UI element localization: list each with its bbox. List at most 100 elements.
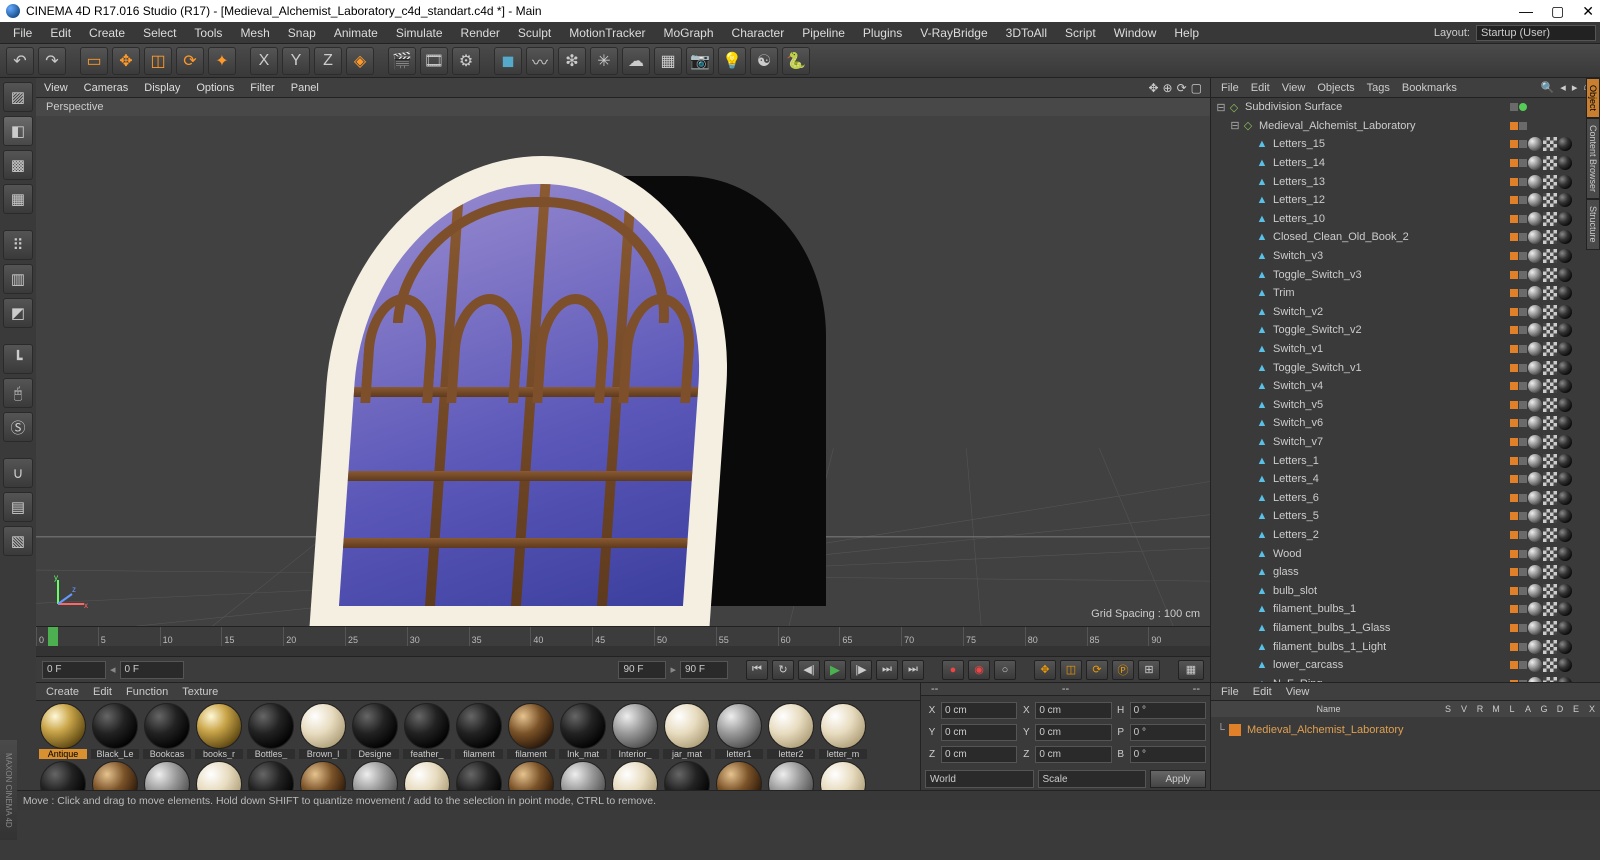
- planar-workplane[interactable]: ▧: [3, 526, 33, 556]
- vp-menu-options[interactable]: Options: [196, 82, 234, 94]
- key-param[interactable]: Ⓟ: [1112, 660, 1134, 680]
- dopesheet-button[interactable]: ▦: [1178, 660, 1204, 680]
- make-editable[interactable]: ▨: [3, 82, 33, 112]
- vp-menu-display[interactable]: Display: [144, 82, 180, 94]
- material-black_le[interactable]: Black_Le: [90, 703, 140, 759]
- rotate-tool[interactable]: ⟳: [176, 47, 204, 75]
- viewport-solo[interactable]: 🖰: [3, 378, 33, 408]
- menu-simulate[interactable]: Simulate: [387, 26, 452, 40]
- point-mode[interactable]: ⠿: [3, 230, 33, 260]
- om-item[interactable]: ▲Letters_10: [1211, 210, 1600, 229]
- axis-x-toggle[interactable]: X: [250, 47, 278, 75]
- coord-mode-dropdown[interactable]: Scale: [1038, 770, 1147, 788]
- material-bottles_[interactable]: Bottles_: [246, 703, 296, 759]
- coord-apply-button[interactable]: Apply: [1150, 770, 1206, 788]
- om-item[interactable]: ▲Letters_5: [1211, 507, 1600, 526]
- om-item[interactable]: ▲Switch_v2: [1211, 303, 1600, 322]
- prev-frame[interactable]: ⏭: [876, 660, 898, 680]
- tab-object[interactable]: Object: [1586, 78, 1600, 118]
- axis-tool[interactable]: ┗: [3, 344, 33, 374]
- coord-space-dropdown[interactable]: World: [925, 770, 1034, 788]
- add-deformer[interactable]: ✳: [590, 47, 618, 75]
- prev-key[interactable]: ◀|: [798, 660, 820, 680]
- om-item[interactable]: ▲Letters_14: [1211, 154, 1600, 173]
- vp-menu-panel[interactable]: Panel: [291, 82, 319, 94]
- om-menu-tags[interactable]: Tags: [1367, 82, 1390, 94]
- coord-Z-av[interactable]: 0 cm: [941, 746, 1017, 763]
- range-start-field[interactable]: 0 F: [42, 661, 106, 679]
- om-item[interactable]: ⊟◇Subdivision Surface: [1211, 98, 1600, 117]
- coord-Y-av[interactable]: 0 cm: [941, 724, 1017, 741]
- om-item[interactable]: ▲Letters_4: [1211, 470, 1600, 489]
- attr-col-v[interactable]: V: [1456, 704, 1472, 714]
- om-menu-view[interactable]: View: [1282, 82, 1306, 94]
- loop-toggle[interactable]: ↻: [772, 660, 794, 680]
- om-menu-bookmarks[interactable]: Bookmarks: [1402, 82, 1457, 94]
- menu-tools[interactable]: Tools: [185, 26, 231, 40]
- om-item[interactable]: ▲filament_bulbs_1_Light: [1211, 637, 1600, 656]
- om-item[interactable]: ▲Closed_Clean_Old_Book_2: [1211, 228, 1600, 247]
- mat-menu-create[interactable]: Create: [46, 686, 79, 698]
- mat-menu-texture[interactable]: Texture: [182, 686, 218, 698]
- coord-X-bv[interactable]: 0 cm: [1035, 702, 1111, 719]
- autokey-button[interactable]: ◉: [968, 660, 990, 680]
- menu-window[interactable]: Window: [1105, 26, 1166, 40]
- workplane-mode[interactable]: ▦: [3, 184, 33, 214]
- axis-y-toggle[interactable]: Y: [282, 47, 310, 75]
- vp-rotate-icon[interactable]: ⟳: [1177, 81, 1187, 95]
- menu-snap[interactable]: Snap: [279, 26, 325, 40]
- material-antique[interactable]: Antique: [38, 703, 88, 759]
- next-key[interactable]: |▶: [850, 660, 872, 680]
- model-mode[interactable]: ◧: [3, 116, 33, 146]
- add-light[interactable]: 📷: [686, 47, 714, 75]
- menu-edit[interactable]: Edit: [41, 26, 80, 40]
- menu-character[interactable]: Character: [723, 26, 794, 40]
- om-tree[interactable]: ⊟◇Subdivision Surface⊟◇Medieval_Alchemis…: [1211, 98, 1600, 682]
- attr-col-d[interactable]: D: [1552, 704, 1568, 714]
- texture-mode[interactable]: ▩: [3, 150, 33, 180]
- attr-col-l[interactable]: L: [1504, 704, 1520, 714]
- timeline-ruler[interactable]: 051015202530354045505560657075808590: [36, 626, 1210, 646]
- axis-z-toggle[interactable]: Z: [314, 47, 342, 75]
- key-pla[interactable]: ⊞: [1138, 660, 1160, 680]
- om-item[interactable]: ▲Switch_v5: [1211, 396, 1600, 415]
- attr-col-g[interactable]: G: [1536, 704, 1552, 714]
- maximize-button[interactable]: ▢: [1551, 3, 1564, 20]
- om-item[interactable]: ▲Switch_v1: [1211, 340, 1600, 359]
- vp-menu-view[interactable]: View: [44, 82, 68, 94]
- om-item[interactable]: ▲Switch_v7: [1211, 433, 1600, 452]
- coord-X-av[interactable]: 0 cm: [941, 702, 1017, 719]
- material-jar_mat[interactable]: jar_mat: [662, 703, 712, 759]
- om-menu-file[interactable]: File: [1221, 82, 1239, 94]
- om-item[interactable]: ▲bulb_slot: [1211, 581, 1600, 600]
- om-item[interactable]: ▲glass: [1211, 563, 1600, 582]
- record-button[interactable]: ●: [942, 660, 964, 680]
- attr-menu-file[interactable]: File: [1221, 686, 1239, 698]
- coord-Y-cv[interactable]: 0 °: [1130, 724, 1206, 741]
- om-item[interactable]: ▲Switch_v6: [1211, 414, 1600, 433]
- om-next-icon[interactable]: ▸: [1572, 81, 1578, 94]
- vp-pan-icon[interactable]: ✥: [1148, 81, 1158, 95]
- scale-tool[interactable]: ◫: [144, 47, 172, 75]
- goto-end[interactable]: ⏭: [902, 660, 924, 680]
- redo-button[interactable]: ↷: [38, 47, 66, 75]
- om-item[interactable]: ▲Letters_13: [1211, 172, 1600, 191]
- select-tool[interactable]: ▭: [80, 47, 108, 75]
- locked-workplane[interactable]: ▤: [3, 492, 33, 522]
- attr-col-e[interactable]: E: [1568, 704, 1584, 714]
- om-item[interactable]: ▲Letters_1: [1211, 451, 1600, 470]
- keymode-button[interactable]: ○: [994, 660, 1016, 680]
- attr-col-x[interactable]: X: [1584, 704, 1600, 714]
- attr-col-m[interactable]: M: [1488, 704, 1504, 714]
- om-item[interactable]: ▲Toggle_Switch_v1: [1211, 358, 1600, 377]
- om-item[interactable]: ⊟◇Medieval_Alchemist_Laboratory: [1211, 117, 1600, 136]
- material-designe[interactable]: Designe: [350, 703, 400, 759]
- magnet-tool[interactable]: ∪: [3, 458, 33, 488]
- material-feather_[interactable]: feather_: [402, 703, 452, 759]
- coord-Z-bv[interactable]: 0 cm: [1035, 746, 1111, 763]
- layer-row[interactable]: └ Medieval_Alchemist_Laboratory: [1217, 721, 1594, 739]
- close-button[interactable]: ✕: [1582, 3, 1594, 20]
- material-interior_[interactable]: Interior_: [610, 703, 660, 759]
- add-environment[interactable]: ☁: [622, 47, 650, 75]
- menu-select[interactable]: Select: [134, 26, 185, 40]
